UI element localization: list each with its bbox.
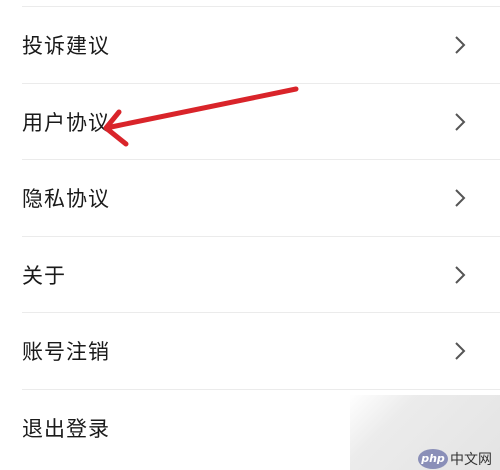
menu-item-label: 关于 — [22, 263, 66, 288]
menu-item-delete-account[interactable]: 账号注销 — [0, 313, 500, 390]
watermark-logo: php 中文网 — [418, 448, 492, 470]
menu-item-label: 投诉建议 — [22, 34, 110, 59]
menu-item-user-agreement[interactable]: 用户协议 — [0, 84, 500, 161]
chevron-right-icon — [452, 188, 468, 208]
php-logo: php — [418, 449, 448, 469]
chevron-right-icon — [452, 265, 468, 285]
menu-item-label: 用户协议 — [22, 110, 110, 135]
menu-item-feedback[interactable]: 投诉建议 — [0, 7, 500, 84]
chevron-right-icon — [452, 341, 468, 361]
menu-item-privacy-policy[interactable]: 隐私协议 — [0, 160, 500, 237]
menu-item-label: 隐私协议 — [22, 187, 110, 212]
menu-item-label: 账号注销 — [22, 340, 110, 365]
menu-item-about[interactable]: 关于 — [0, 237, 500, 314]
chevron-right-icon — [452, 35, 468, 55]
chevron-right-icon — [452, 112, 468, 132]
watermark-site-text: 中文网 — [450, 452, 492, 468]
menu-item-label: 退出登录 — [22, 416, 110, 441]
